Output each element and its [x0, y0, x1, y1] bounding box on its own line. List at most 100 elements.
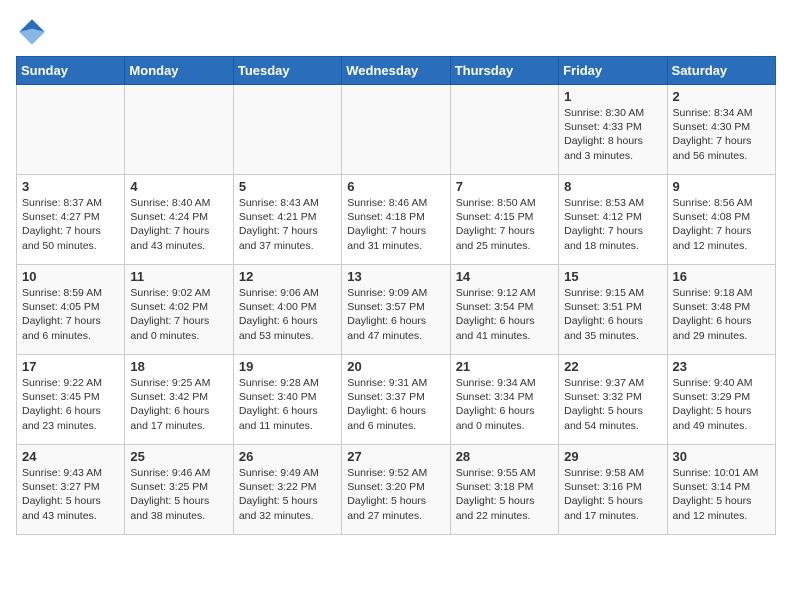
header	[16, 16, 776, 48]
day-number: 8	[564, 179, 661, 194]
day-number: 5	[239, 179, 336, 194]
calendar-cell	[17, 85, 125, 175]
calendar-cell: 1 Sunrise: 8:30 AM Sunset: 4:33 PM Daylig…	[559, 85, 667, 175]
calendar-cell: 24 Sunrise: 9:43 AM Sunset: 3:27 PM Dayli…	[17, 445, 125, 535]
cell-details: Sunrise: 8:50 AM Sunset: 4:15 PM Dayligh…	[456, 196, 553, 253]
calendar-cell	[342, 85, 450, 175]
logo-icon	[16, 16, 48, 48]
cell-details: Sunrise: 9:58 AM Sunset: 3:16 PM Dayligh…	[564, 466, 661, 523]
day-number: 3	[22, 179, 119, 194]
cell-details: Sunrise: 9:31 AM Sunset: 3:37 PM Dayligh…	[347, 376, 444, 433]
cell-details: Sunrise: 9:09 AM Sunset: 3:57 PM Dayligh…	[347, 286, 444, 343]
calendar-cell: 18 Sunrise: 9:25 AM Sunset: 3:42 PM Dayli…	[125, 355, 233, 445]
day-number: 4	[130, 179, 227, 194]
days-of-week-row: SundayMondayTuesdayWednesdayThursdayFrid…	[17, 57, 776, 85]
day-number: 2	[673, 89, 770, 104]
day-number: 14	[456, 269, 553, 284]
day-number: 23	[673, 359, 770, 374]
cell-details: Sunrise: 8:43 AM Sunset: 4:21 PM Dayligh…	[239, 196, 336, 253]
cell-details: Sunrise: 9:25 AM Sunset: 3:42 PM Dayligh…	[130, 376, 227, 433]
calendar-cell: 6 Sunrise: 8:46 AM Sunset: 4:18 PM Daylig…	[342, 175, 450, 265]
cell-details: Sunrise: 9:06 AM Sunset: 4:00 PM Dayligh…	[239, 286, 336, 343]
cell-details: Sunrise: 9:34 AM Sunset: 3:34 PM Dayligh…	[456, 376, 553, 433]
calendar-cell: 13 Sunrise: 9:09 AM Sunset: 3:57 PM Dayli…	[342, 265, 450, 355]
cell-details: Sunrise: 8:30 AM Sunset: 4:33 PM Dayligh…	[564, 106, 661, 163]
week-row-1: 1 Sunrise: 8:30 AM Sunset: 4:33 PM Daylig…	[17, 85, 776, 175]
calendar-cell: 25Sunrise: 9:46 AM Sunset: 3:25 PM Dayli…	[125, 445, 233, 535]
day-number: 28	[456, 449, 553, 464]
week-row-4: 17 Sunrise: 9:22 AM Sunset: 3:45 PM Dayli…	[17, 355, 776, 445]
cell-details: Sunrise: 9:43 AM Sunset: 3:27 PM Dayligh…	[22, 466, 119, 523]
logo	[16, 16, 52, 48]
calendar-cell: 11 Sunrise: 9:02 AM Sunset: 4:02 PM Dayli…	[125, 265, 233, 355]
calendar-cell	[125, 85, 233, 175]
calendar-cell	[450, 85, 558, 175]
day-header-saturday: Saturday	[667, 57, 775, 85]
week-row-5: 24 Sunrise: 9:43 AM Sunset: 3:27 PM Dayli…	[17, 445, 776, 535]
day-number: 6	[347, 179, 444, 194]
cell-details: Sunrise: 8:46 AM Sunset: 4:18 PM Dayligh…	[347, 196, 444, 253]
cell-details: Sunrise: 8:40 AM Sunset: 4:24 PM Dayligh…	[130, 196, 227, 253]
calendar-cell: 9 Sunrise: 8:56 AM Sunset: 4:08 PM Daylig…	[667, 175, 775, 265]
calendar-header: SundayMondayTuesdayWednesdayThursdayFrid…	[17, 57, 776, 85]
day-header-monday: Monday	[125, 57, 233, 85]
day-number: 22	[564, 359, 661, 374]
cell-details: Sunrise: 9:52 AM Sunset: 3:20 PM Dayligh…	[347, 466, 444, 523]
week-row-2: 3 Sunrise: 8:37 AM Sunset: 4:27 PM Daylig…	[17, 175, 776, 265]
day-header-wednesday: Wednesday	[342, 57, 450, 85]
day-number: 10	[22, 269, 119, 284]
day-number: 17	[22, 359, 119, 374]
day-number: 18	[130, 359, 227, 374]
day-number: 26	[239, 449, 336, 464]
calendar-cell: 30Sunrise: 10:01 AM Sunset: 3:14 PM Dayl…	[667, 445, 775, 535]
day-number: 20	[347, 359, 444, 374]
calendar-cell: 17 Sunrise: 9:22 AM Sunset: 3:45 PM Dayli…	[17, 355, 125, 445]
day-number: 30	[673, 449, 770, 464]
day-number: 13	[347, 269, 444, 284]
day-number: 16	[673, 269, 770, 284]
cell-details: Sunrise: 9:12 AM Sunset: 3:54 PM Dayligh…	[456, 286, 553, 343]
day-header-thursday: Thursday	[450, 57, 558, 85]
calendar-cell: 26Sunrise: 9:49 AM Sunset: 3:22 PM Dayli…	[233, 445, 341, 535]
day-number: 11	[130, 269, 227, 284]
calendar-cell: 8 Sunrise: 8:53 AM Sunset: 4:12 PM Daylig…	[559, 175, 667, 265]
calendar-cell: 14 Sunrise: 9:12 AM Sunset: 3:54 PM Dayli…	[450, 265, 558, 355]
day-number: 27	[347, 449, 444, 464]
day-header-friday: Friday	[559, 57, 667, 85]
week-row-3: 10 Sunrise: 8:59 AM Sunset: 4:05 PM Dayli…	[17, 265, 776, 355]
day-header-tuesday: Tuesday	[233, 57, 341, 85]
cell-details: Sunrise: 9:18 AM Sunset: 3:48 PM Dayligh…	[673, 286, 770, 343]
calendar-cell: 28 Sunrise: 9:55 AM Sunset: 3:18 PM Dayli…	[450, 445, 558, 535]
cell-details: Sunrise: 9:22 AM Sunset: 3:45 PM Dayligh…	[22, 376, 119, 433]
calendar-cell: 16 Sunrise: 9:18 AM Sunset: 3:48 PM Dayli…	[667, 265, 775, 355]
day-number: 29	[564, 449, 661, 464]
calendar-cell: 23 Sunrise: 9:40 AM Sunset: 3:29 PM Dayli…	[667, 355, 775, 445]
day-number: 25	[130, 449, 227, 464]
calendar-cell: 7Sunrise: 8:50 AM Sunset: 4:15 PM Daylig…	[450, 175, 558, 265]
cell-details: Sunrise: 8:37 AM Sunset: 4:27 PM Dayligh…	[22, 196, 119, 253]
cell-details: Sunrise: 8:53 AM Sunset: 4:12 PM Dayligh…	[564, 196, 661, 253]
cell-details: Sunrise: 8:59 AM Sunset: 4:05 PM Dayligh…	[22, 286, 119, 343]
day-number: 9	[673, 179, 770, 194]
cell-details: Sunrise: 9:02 AM Sunset: 4:02 PM Dayligh…	[130, 286, 227, 343]
calendar-cell: 5 Sunrise: 8:43 AM Sunset: 4:21 PM Daylig…	[233, 175, 341, 265]
calendar-cell: 12 Sunrise: 9:06 AM Sunset: 4:00 PM Dayli…	[233, 265, 341, 355]
day-number: 1	[564, 89, 661, 104]
cell-details: Sunrise: 8:34 AM Sunset: 4:30 PM Dayligh…	[673, 106, 770, 163]
calendar-cell: 21Sunrise: 9:34 AM Sunset: 3:34 PM Dayli…	[450, 355, 558, 445]
cell-details: Sunrise: 8:56 AM Sunset: 4:08 PM Dayligh…	[673, 196, 770, 253]
calendar-cell: 19Sunrise: 9:28 AM Sunset: 3:40 PM Dayli…	[233, 355, 341, 445]
calendar-cell: 22Sunrise: 9:37 AM Sunset: 3:32 PM Dayli…	[559, 355, 667, 445]
day-number: 24	[22, 449, 119, 464]
calendar-cell	[233, 85, 341, 175]
day-number: 12	[239, 269, 336, 284]
cell-details: Sunrise: 9:55 AM Sunset: 3:18 PM Dayligh…	[456, 466, 553, 523]
calendar-cell: 10 Sunrise: 8:59 AM Sunset: 4:05 PM Dayli…	[17, 265, 125, 355]
calendar-cell: 3 Sunrise: 8:37 AM Sunset: 4:27 PM Daylig…	[17, 175, 125, 265]
calendar-cell: 4 Sunrise: 8:40 AM Sunset: 4:24 PM Daylig…	[125, 175, 233, 265]
calendar-cell: 2 Sunrise: 8:34 AM Sunset: 4:30 PM Daylig…	[667, 85, 775, 175]
day-header-sunday: Sunday	[17, 57, 125, 85]
cell-details: Sunrise: 9:40 AM Sunset: 3:29 PM Dayligh…	[673, 376, 770, 433]
calendar-table: SundayMondayTuesdayWednesdayThursdayFrid…	[16, 56, 776, 535]
cell-details: Sunrise: 9:15 AM Sunset: 3:51 PM Dayligh…	[564, 286, 661, 343]
